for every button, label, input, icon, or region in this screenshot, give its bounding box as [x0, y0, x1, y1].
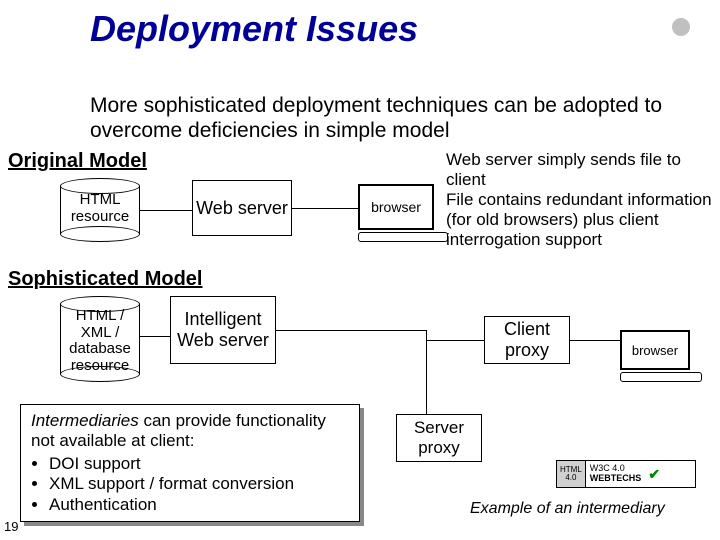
client-proxy-box: Client proxy — [484, 316, 570, 364]
connector-line — [570, 340, 620, 341]
badge-text: W3C 4.0 WEBTECHS — [586, 461, 646, 487]
list-item: Authentication — [49, 495, 349, 515]
section-sophisticated: Sophisticated Model — [8, 268, 202, 291]
server-proxy-box: Server proxy — [396, 414, 482, 462]
original-resource-label: HTML resource — [60, 192, 140, 225]
connector-line — [140, 210, 192, 211]
original-resource-cylinder: HTML resource — [60, 178, 140, 242]
original-server-box: Web server — [192, 180, 292, 236]
intro-text: More sophisticated deployment techniques… — [90, 93, 680, 143]
soph-resource-label: HTML / XML / database resource — [60, 308, 140, 374]
soph-browser-monitor: browser — [620, 330, 702, 382]
page-number: 19 — [4, 519, 18, 534]
original-note: Web server simply sends file to clientFi… — [446, 150, 714, 250]
section-original: Original Model — [8, 150, 147, 173]
slide-title: Deployment Issues — [90, 8, 418, 50]
connector-line — [292, 208, 358, 209]
list-item: DOI support — [49, 454, 349, 474]
soph-server-box: Intelligent Web server — [170, 296, 276, 364]
validator-badge: HTML 4.0 W3C 4.0 WEBTECHS ✔ — [556, 460, 696, 488]
check-icon: ✔ — [645, 461, 663, 487]
connector-line — [140, 336, 170, 337]
original-browser-monitor: browser — [358, 184, 448, 242]
badge-html: HTML 4.0 — [557, 461, 586, 487]
corner-dot-icon — [672, 18, 690, 36]
list-item: XML support / format conversion — [49, 474, 349, 494]
connector-line — [276, 330, 426, 331]
soph-browser-label: browser — [620, 330, 690, 370]
intermediaries-box: Intermediaries can provide functionality… — [20, 404, 360, 522]
original-browser-label: browser — [358, 184, 434, 230]
soph-resource-cylinder: HTML / XML / database resource — [60, 296, 140, 382]
example-caption: Example of an intermediary — [470, 500, 665, 518]
connector-line — [426, 340, 484, 341]
intermediaries-list: DOI support XML support / format convers… — [49, 454, 349, 515]
intermediaries-lead: Intermediaries — [31, 411, 139, 430]
